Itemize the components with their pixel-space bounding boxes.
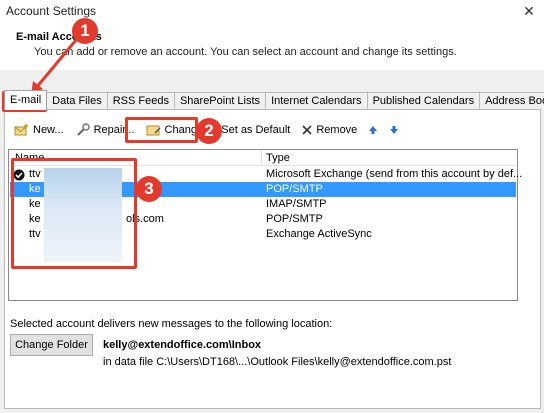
account-type: POP/SMTP — [266, 183, 323, 195]
account-settings-dialog: Account Settings ✕ E-mail Accounts You c… — [0, 0, 544, 413]
move-up-button[interactable] — [365, 120, 384, 140]
list-header: Name Type — [9, 150, 517, 166]
annotation-badge-2: 2 — [196, 118, 222, 144]
data-file-path: in data file C:\Users\DT168\...\Outlook … — [103, 356, 452, 368]
column-divider[interactable] — [261, 150, 262, 166]
account-type: IMAP/SMTP — [266, 198, 327, 210]
tab-strip: E-mail Data Files RSS Feeds SharePoint L… — [4, 90, 544, 110]
delivery-label: Selected account delivers new messages t… — [10, 318, 333, 330]
change-folder-button[interactable]: Change Folder — [10, 334, 93, 356]
change-icon — [146, 125, 161, 136]
window-title: Account Settings — [6, 4, 97, 18]
annotation-badge-3: 3 — [136, 176, 162, 202]
account-name: ke — [29, 183, 41, 195]
redaction-blur — [44, 168, 122, 262]
move-up-icon — [369, 126, 378, 134]
column-header-type[interactable]: Type — [266, 152, 290, 164]
default-check-icon — [13, 169, 25, 181]
delivery-path: kelly@extendoffice.com\Inbox — [103, 339, 262, 351]
account-type: Microsoft Exchange (send from this accou… — [266, 168, 523, 180]
tab-address-books[interactable]: Address Books — [479, 92, 544, 110]
set-as-default-button[interactable]: Set as Default — [218, 120, 293, 140]
tab-internet-calendars[interactable]: Internet Calendars — [265, 92, 368, 110]
repair-button[interactable]: Repair... — [72, 120, 138, 140]
remove-icon — [302, 125, 312, 135]
account-name: ke — [29, 213, 41, 225]
remove-button[interactable]: Remove — [298, 120, 360, 140]
new-account-icon — [14, 124, 28, 136]
account-name: ttv — [29, 228, 41, 240]
set-as-default-label: Set as Default — [221, 124, 291, 136]
tab-sharepoint-lists[interactable]: SharePoint Lists — [173, 92, 267, 110]
move-down-button[interactable] — [386, 120, 405, 140]
close-icon[interactable]: ✕ — [520, 2, 538, 20]
tab-data-files[interactable]: Data Files — [46, 92, 108, 110]
column-header-name[interactable]: Name — [15, 152, 44, 164]
annotation-badge-1: 1 — [72, 18, 98, 44]
account-type: Exchange ActiveSync — [266, 228, 372, 240]
account-name: ttv — [29, 168, 41, 180]
repair-button-label: Repair... — [93, 124, 135, 136]
new-button[interactable]: New... — [11, 120, 67, 140]
tab-published-calendars[interactable]: Published Calendars — [366, 92, 481, 110]
account-type: POP/SMTP — [266, 213, 323, 225]
tab-email[interactable]: E-mail — [4, 90, 48, 110]
account-name: ke — [29, 198, 41, 210]
repair-icon — [76, 123, 90, 136]
account-name-suffix: ols.com — [126, 213, 164, 225]
new-button-label: New... — [33, 124, 64, 136]
header-description: You can add or remove an account. You ca… — [34, 46, 457, 58]
remove-button-label: Remove — [316, 124, 358, 136]
move-down-icon — [390, 126, 399, 134]
tab-rss-feeds[interactable]: RSS Feeds — [106, 92, 175, 110]
